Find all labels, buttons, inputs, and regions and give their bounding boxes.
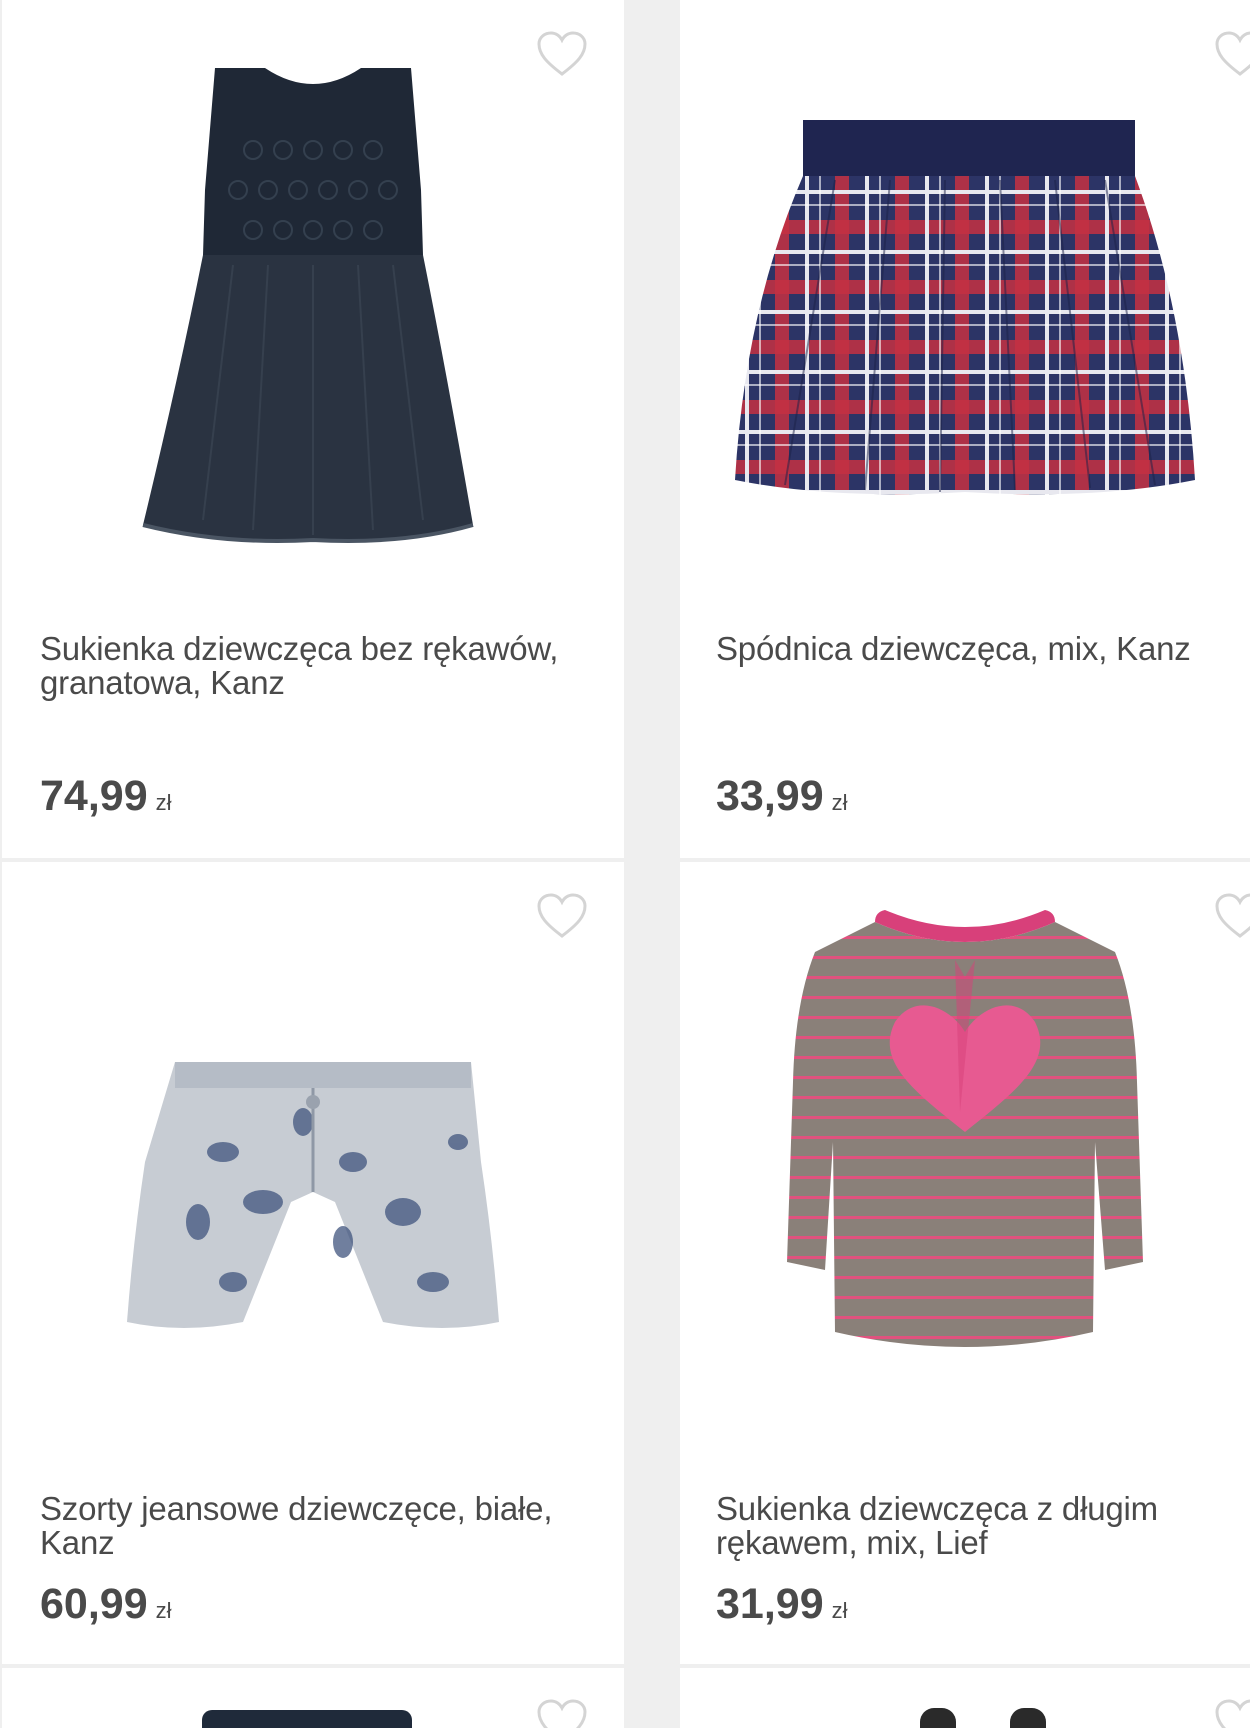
price-amount: 74,99 — [40, 772, 148, 820]
price-currency: zł — [831, 790, 848, 815]
price-currency: zł — [155, 790, 172, 815]
product-title[interactable]: Sukienka dziewczęca bez rękawów, granato… — [40, 632, 600, 700]
product-card[interactable]: Sukienka dziewczęca bez rękawów, granato… — [2, 0, 624, 858]
price-amount: 33,99 — [716, 772, 824, 820]
product-title[interactable]: Spódnica dziewczęca, mix, Kanz — [716, 632, 1236, 666]
plaid-skirt-image[interactable] — [680, 40, 1250, 600]
price-amount: 60,99 — [40, 1580, 148, 1628]
product-card[interactable] — [680, 1668, 1250, 1728]
product-title[interactable]: Szorty jeansowe dziewczęce, białe, Kanz — [40, 1492, 600, 1560]
heart-outline-icon[interactable] — [1214, 1698, 1250, 1728]
product-price: 31,99 zł — [716, 1580, 848, 1629]
product-image-partial[interactable] — [1010, 1708, 1046, 1728]
price-currency: zł — [831, 1598, 848, 1623]
product-price: 60,99 zł — [40, 1580, 172, 1629]
price-currency: zł — [155, 1598, 172, 1623]
price-amount: 31,99 — [716, 1580, 824, 1628]
product-grid: Sukienka dziewczęca bez rękawów, granato… — [0, 0, 1250, 1728]
product-card[interactable]: Szorty jeansowe dziewczęce, białe, Kanz … — [2, 862, 624, 1664]
navy-dress-image[interactable] — [2, 40, 624, 600]
product-image-partial[interactable] — [202, 1710, 412, 1728]
product-card[interactable]: Sukienka dziewczęca z długim rękawem, mi… — [680, 862, 1250, 1664]
denim-shorts-image[interactable] — [2, 902, 624, 1462]
product-card[interactable] — [2, 1668, 624, 1728]
product-price: 33,99 zł — [716, 772, 848, 821]
product-title[interactable]: Sukienka dziewczęca z długim rękawem, mi… — [716, 1492, 1236, 1560]
striped-heart-dress-image[interactable] — [680, 902, 1250, 1462]
product-card[interactable]: Spódnica dziewczęca, mix, Kanz 33,99 zł — [680, 0, 1250, 858]
product-image-partial[interactable] — [920, 1708, 956, 1728]
product-price: 74,99 zł — [40, 772, 172, 821]
heart-outline-icon[interactable] — [536, 1698, 588, 1728]
